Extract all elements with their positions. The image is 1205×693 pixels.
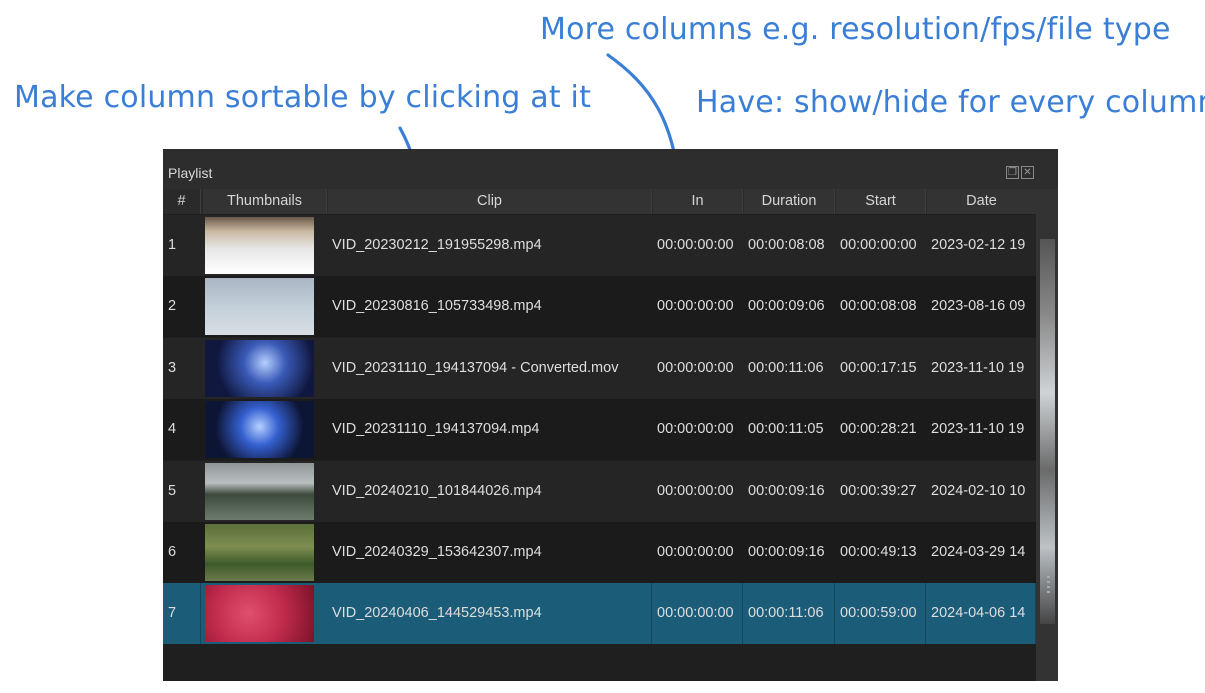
cell-start: 00:00:28:21 bbox=[840, 421, 917, 438]
cell-clip: VID_20240210_101844026.mp4 bbox=[332, 482, 542, 499]
column-header-in[interactable]: In bbox=[653, 189, 743, 214]
cell-in: 00:00:00:00 bbox=[657, 544, 734, 560]
panel-title: Playlist bbox=[168, 165, 213, 181]
clip-thumbnail bbox=[205, 278, 314, 336]
cell-duration: 00:00:09:16 bbox=[748, 544, 825, 560]
clip-thumbnail bbox=[205, 585, 314, 643]
cell-date: 2024-04-06 14 bbox=[927, 583, 1036, 645]
playlist-row[interactable]: 3 VID_20231110_194137094 - Converted.mov 0… bbox=[163, 337, 1036, 399]
cell-duration: 00:00:11:06 bbox=[748, 359, 824, 376]
cell-date: 2024-03-29 14 bbox=[931, 544, 1026, 560]
cell-duration: 00:00:11:06 bbox=[744, 583, 835, 645]
close-icon[interactable]: ✕ bbox=[1021, 166, 1034, 179]
annotation-more-columns: More columns e.g. resolution/fps/file ty… bbox=[540, 12, 1171, 47]
cell-clip: VID_20240329_153642307.mp4 bbox=[332, 544, 542, 560]
column-header-duration[interactable]: Duration bbox=[744, 189, 835, 214]
cell-duration: 00:00:09:16 bbox=[748, 482, 825, 499]
clip-thumbnail bbox=[205, 401, 314, 459]
cell-num: 4 bbox=[168, 421, 177, 438]
column-header-date[interactable]: Date bbox=[927, 189, 1037, 214]
cell-num: 2 bbox=[168, 298, 177, 315]
cell-date: 2024-02-10 10 bbox=[931, 482, 1026, 499]
cell-num: 1 bbox=[168, 237, 177, 253]
cell-in: 00:00:00:00 bbox=[657, 359, 734, 376]
clip-thumbnail bbox=[205, 462, 314, 520]
column-header-thumbnails[interactable]: Thumbnails bbox=[203, 189, 327, 214]
cell-start: 00:00:17:15 bbox=[840, 359, 917, 376]
cell-start: 00:00:49:13 bbox=[840, 544, 917, 560]
cell-in: 00:00:00:00 bbox=[657, 237, 734, 253]
cell-num: 6 bbox=[168, 544, 177, 560]
clip-thumbnail bbox=[205, 524, 314, 581]
cell-in: 00:00:00:00 bbox=[657, 482, 734, 499]
playlist-row[interactable]: 7 VID_20240406_144529453.mp4 00:00:00:00 00… bbox=[163, 583, 1036, 645]
playlist-row[interactable]: 2 VID_20230816_105733498.mp4 00:00:00:00 00… bbox=[163, 276, 1036, 338]
cell-date: 2023-11-10 19 bbox=[931, 359, 1025, 376]
cell-clip: VID_20231110_194137094.mp4 bbox=[332, 421, 540, 438]
column-header: # Thumbnails Clip In Duration Start Date bbox=[163, 189, 1037, 214]
playlist-panel: Playlist ❐ ✕ # Thumbnails Clip In Durati… bbox=[163, 149, 1058, 681]
playlist-row[interactable]: 1 VID_20230212_191955298.mp4 00:00:00:00 00… bbox=[163, 215, 1036, 276]
cell-start: 00:00:39:27 bbox=[840, 482, 917, 499]
playlist-row[interactable]: 5 VID_20240210_101844026.mp4 00:00:00:00 00… bbox=[163, 460, 1036, 522]
cell-clip: VID_20231110_194137094 - Converted.mov bbox=[332, 359, 619, 376]
playlist-titlebar: Playlist ❐ ✕ bbox=[163, 149, 1058, 189]
cell-duration: 00:00:11:05 bbox=[748, 421, 824, 438]
cell-start: 00:00:59:00 bbox=[836, 583, 926, 645]
cell-duration: 00:00:08:08 bbox=[748, 237, 825, 253]
column-header-number[interactable]: # bbox=[163, 189, 201, 214]
cell-start: 00:00:08:08 bbox=[840, 298, 917, 315]
clip-thumbnail bbox=[205, 217, 314, 274]
restore-icon[interactable]: ❐ bbox=[1006, 166, 1019, 179]
cell-in: 00:00:00:00 bbox=[657, 298, 734, 315]
cell-date: 2023-08-16 09 bbox=[931, 298, 1026, 315]
panel-resize-grip-icon[interactable] bbox=[1047, 576, 1050, 596]
cell-num: 3 bbox=[168, 359, 177, 376]
annotation-show-hide: Have: show/hide for every column bbox=[696, 85, 1205, 120]
cell-num: 7 bbox=[163, 583, 201, 645]
column-header-clip[interactable]: Clip bbox=[328, 189, 652, 214]
cell-clip: VID_20230212_191955298.mp4 bbox=[332, 237, 542, 253]
cell-date: 2023-02-12 19 bbox=[931, 237, 1026, 253]
cell-num: 5 bbox=[168, 482, 177, 499]
vertical-scrollbar[interactable] bbox=[1036, 189, 1058, 681]
cell-clip: VID_20240406_144529453.mp4 bbox=[328, 583, 652, 645]
column-header-start[interactable]: Start bbox=[836, 189, 926, 214]
cell-date: 2023-11-10 19 bbox=[931, 421, 1025, 438]
cell-in: 00:00:00:00 bbox=[657, 421, 734, 438]
playlist-row[interactable]: 4 VID_20231110_194137094.mp4 00:00:00:00 00… bbox=[163, 399, 1036, 461]
playlist-row[interactable]: 6 VID_20240329_153642307.mp4 00:00:00:00 00… bbox=[163, 522, 1036, 583]
cell-start: 00:00:00:00 bbox=[840, 237, 917, 253]
cell-in: 00:00:00:00 bbox=[653, 583, 743, 645]
cell-duration: 00:00:09:06 bbox=[748, 298, 825, 315]
clip-thumbnail bbox=[205, 339, 314, 397]
annotation-sortable: Make column sortable by clicking at it bbox=[14, 80, 592, 115]
cell-clip: VID_20230816_105733498.mp4 bbox=[332, 298, 542, 315]
